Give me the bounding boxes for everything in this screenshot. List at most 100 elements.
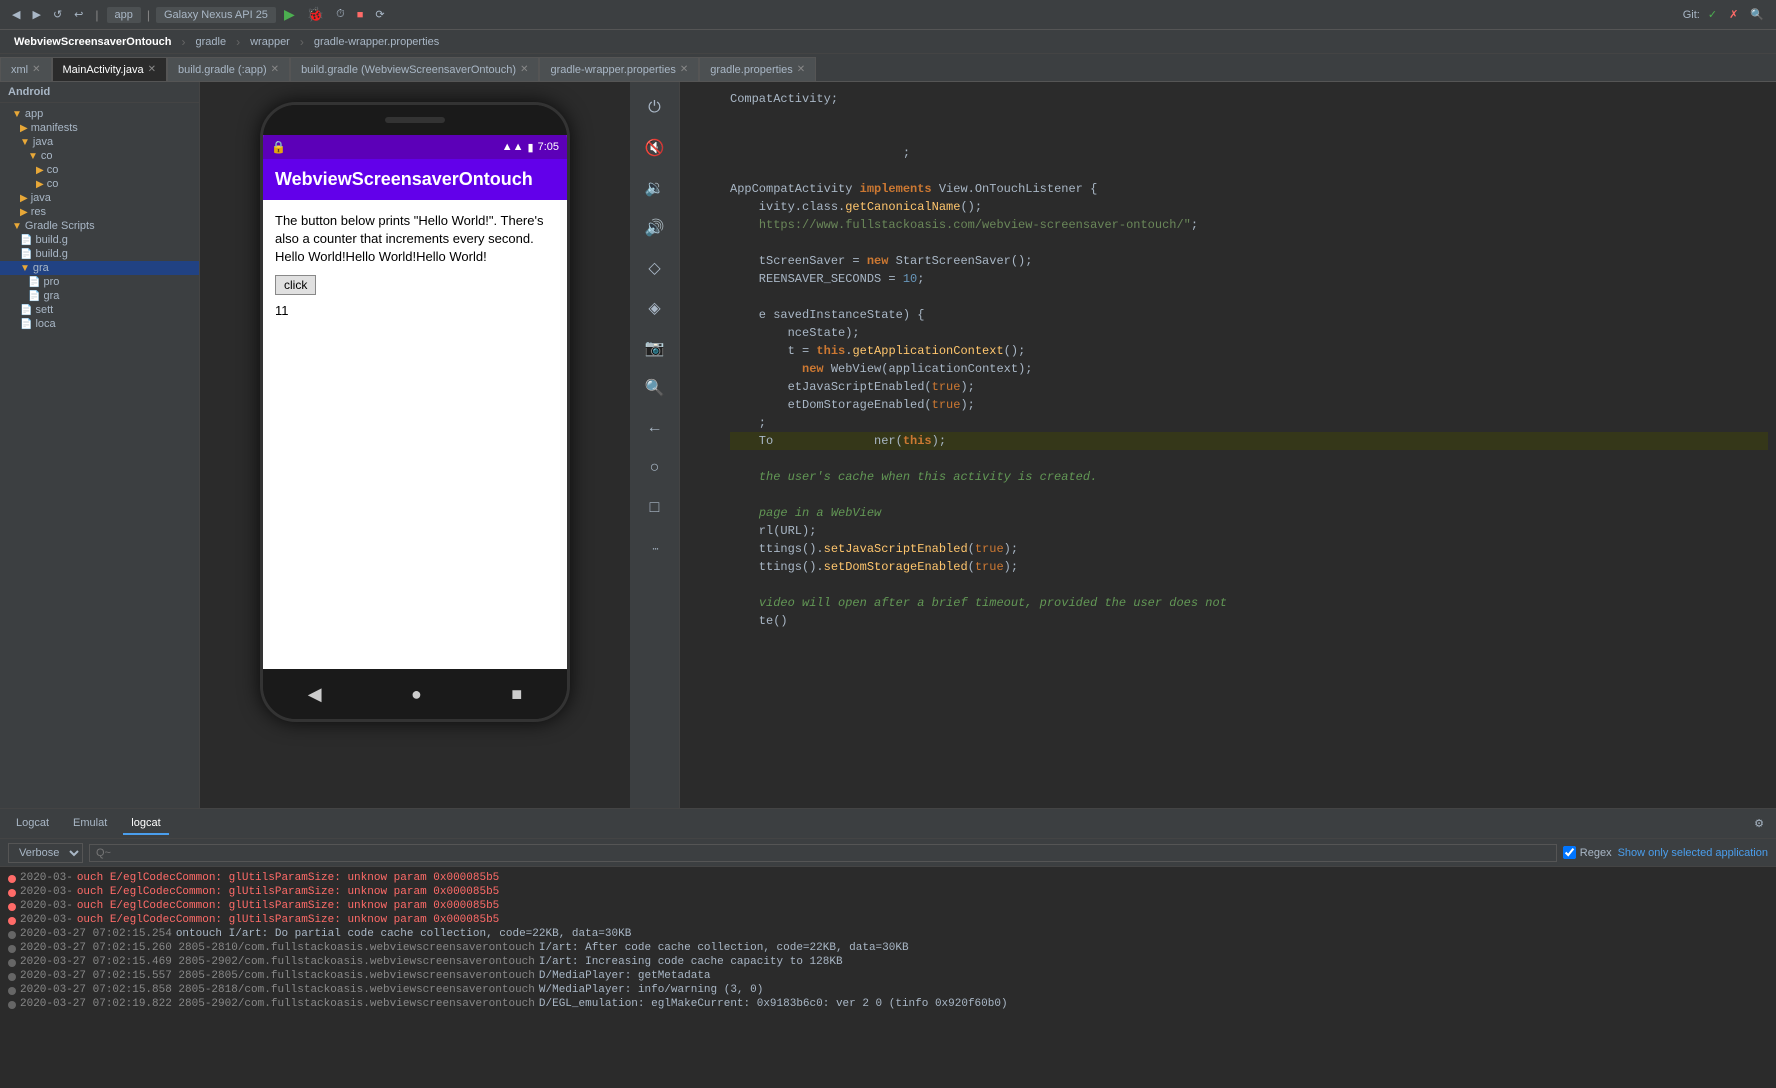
folder-closed-icon-co3: ▶ — [36, 179, 44, 190]
run-btn[interactable]: ▶ — [280, 4, 299, 25]
more-icon-btn[interactable]: ··· — [637, 530, 673, 566]
git-check-btn[interactable]: ✓ — [1704, 6, 1721, 23]
toolbar-forward-btn[interactable]: ▶ — [28, 6, 44, 23]
bottom-tab-logcat-main[interactable]: Logcat — [8, 813, 57, 835]
breadcrumb-item-3[interactable]: gradle-wrapper.properties — [308, 34, 445, 50]
tree-item-app[interactable]: ▼ app — [0, 107, 199, 121]
toolbar-refresh-btn[interactable]: ↺ — [49, 6, 66, 23]
bottom-tab-logcat-active[interactable]: logcat — [123, 813, 168, 835]
search-everywhere-btn[interactable]: 🔍 — [1746, 6, 1768, 23]
bottom-tab-emulator[interactable]: Emulat — [65, 813, 115, 835]
code-line-2 — [730, 108, 1768, 126]
phone-back-btn[interactable]: ◀ — [308, 684, 322, 705]
file-tab-gradle-wrapper-close[interactable]: ✕ — [680, 64, 688, 75]
vol-high-icon-btn[interactable]: 🔊 — [637, 210, 673, 246]
code-line-15: t = this.getApplicationContext(); — [730, 342, 1768, 360]
toolbar-back-btn[interactable]: ◀ — [8, 6, 24, 23]
log-text-9: W/MediaPlayer: info/warning (3, 0) — [539, 984, 1768, 996]
home2-icon-btn[interactable]: ○ — [637, 450, 673, 486]
code-line-7: ivity.class.getCanonicalName(); — [730, 198, 1768, 216]
code-line-8: https://www.fullstackoasis.com/webview-s… — [730, 216, 1768, 234]
log-line-3: 2020-03- ouch E/eglCodecCommon: glUtilsP… — [8, 899, 1768, 913]
tree-item-java[interactable]: ▼ java — [0, 135, 199, 149]
tree-item-java2[interactable]: ▶ java — [0, 191, 199, 205]
file-tab-buildgradle-project-close[interactable]: ✕ — [520, 64, 528, 75]
zoom-icon-btn[interactable]: 🔍 — [637, 370, 673, 406]
breadcrumb-item-0[interactable]: WebviewScreensaverOntouch — [8, 34, 178, 50]
tree-item-co3[interactable]: ▶ co — [0, 177, 199, 191]
project-tree[interactable]: ▼ app ▶ manifests ▼ java ▼ co ▶ co — [0, 103, 199, 808]
file-tab-gradle-props-close[interactable]: ✕ — [797, 64, 805, 75]
tree-item-gra[interactable]: ▼ gra — [0, 261, 199, 275]
tree-item-loca[interactable]: 📄 loca — [0, 317, 199, 331]
rotate-icon-btn[interactable]: ◇ — [637, 250, 673, 286]
logcat-toolbar: Verbose Regex Show only selected applica… — [0, 839, 1776, 867]
phone-home-btn[interactable]: ● — [411, 684, 422, 705]
file-tab-gradle-props[interactable]: gradle.properties ✕ — [699, 57, 816, 81]
tree-item-gra2[interactable]: 📄 gra — [0, 289, 199, 303]
tree-item-res[interactable]: ▶ res — [0, 205, 199, 219]
phone-content[interactable]: The button below prints "Hello World!". … — [263, 200, 567, 669]
stop-btn[interactable]: ■ — [353, 7, 368, 23]
code-editor-area[interactable]: CompatActivity; ; AppCompatActivity impl… — [680, 82, 1776, 808]
log-ts-4: 2020-03- — [20, 914, 73, 926]
file-tab-gradle-wrapper-props[interactable]: gradle-wrapper.properties ✕ — [539, 57, 699, 81]
file-icon-build1: 📄 — [20, 235, 32, 246]
code-line-10: tScreenSaver = new StartScreenSaver(); — [730, 252, 1768, 270]
file-tab-xml-label: xml — [11, 64, 28, 76]
phone-recent-btn[interactable]: ■ — [511, 684, 522, 705]
tree-item-build2[interactable]: 📄 build.g — [0, 247, 199, 261]
file-tab-mainactivity-close[interactable]: ✕ — [148, 64, 156, 75]
file-tab-mainactivity[interactable]: MainActivity.java ✕ — [52, 57, 168, 81]
phone-emulator-area: 🔒 ▲▲ ▮ 7:05 WebviewScreensaverOntouch Th… — [200, 82, 630, 808]
show-only-btn[interactable]: Show only selected application — [1618, 847, 1768, 859]
file-tab-xml[interactable]: xml ✕ — [0, 57, 52, 81]
profile-btn[interactable]: ⏱ — [332, 6, 349, 23]
file-tab-xml-close[interactable]: ✕ — [32, 64, 40, 75]
breadcrumb-item-1[interactable]: gradle — [190, 34, 233, 50]
log-ts-5: 2020-03-27 07:02:15.254 — [20, 928, 172, 940]
tree-item-co2[interactable]: ▶ co — [0, 163, 199, 177]
file-tab-buildgradle-app[interactable]: build.gradle (:app) ✕ — [167, 57, 290, 81]
phone-click-button[interactable]: click — [275, 275, 316, 295]
power-icon-btn[interactable]: ⏻ — [637, 90, 673, 126]
file-tab-buildgradle-app-close[interactable]: ✕ — [271, 64, 279, 75]
recent2-icon-btn[interactable]: □ — [637, 490, 673, 526]
vol-low-icon-btn[interactable]: 🔉 — [637, 170, 673, 206]
device-selector[interactable]: Galaxy Nexus API 25 — [156, 7, 276, 23]
rotate2-icon-btn[interactable]: ◈ — [637, 290, 673, 326]
verbose-select[interactable]: Verbose — [8, 843, 83, 863]
code-editor[interactable]: CompatActivity; ; AppCompatActivity impl… — [680, 82, 1776, 808]
breadcrumb-item-2[interactable]: wrapper — [244, 34, 296, 50]
git-label: Git: — [1683, 9, 1700, 21]
regex-checkbox[interactable] — [1563, 846, 1576, 859]
tree-item-co1[interactable]: ▼ co — [0, 149, 199, 163]
tree-item-manifests[interactable]: ▶ manifests — [0, 121, 199, 135]
bottom-panel-settings-btn[interactable]: ⚙ — [1750, 815, 1768, 832]
log-search-input[interactable] — [89, 844, 1557, 862]
status-left: 🔒 — [271, 140, 286, 154]
code-line-26: ttings().setJavaScriptEnabled(true); — [730, 540, 1768, 558]
tree-item-gradle-scripts[interactable]: ▼ Gradle Scripts — [0, 219, 199, 233]
sync-btn[interactable]: ⟳ — [371, 6, 388, 23]
log-indicator-6 — [8, 945, 16, 953]
back2-icon-btn[interactable]: ← — [637, 410, 673, 446]
tree-label-build2: build.g — [35, 248, 67, 260]
tree-item-build1[interactable]: 📄 build.g — [0, 233, 199, 247]
toolbar-undo-btn[interactable]: ↩ — [70, 6, 87, 23]
log-ts-6: 2020-03-27 07:02:15.260 2805-2810/com.fu… — [20, 942, 535, 954]
log-indicator-8 — [8, 973, 16, 981]
tree-item-sett[interactable]: 📄 sett — [0, 303, 199, 317]
tree-item-pro[interactable]: 📄 pro — [0, 275, 199, 289]
breadcrumb-sep-1: › — [182, 35, 186, 49]
mute-icon-btn[interactable]: 🔇 — [637, 130, 673, 166]
log-line-5: 2020-03-27 07:02:15.254 ontouch I/art: D… — [8, 927, 1768, 941]
file-tab-buildgradle-project[interactable]: build.gradle (WebviewScreensaverOntouch)… — [290, 57, 539, 81]
log-text-2: ouch E/eglCodecCommon: glUtilsParamSize:… — [77, 886, 1768, 898]
debug-btn[interactable]: 🐞 — [303, 4, 328, 25]
camera-icon-btn[interactable]: 📷 — [637, 330, 673, 366]
phone-title-text: WebviewScreensaverOntouch — [275, 169, 555, 190]
git-x-btn[interactable]: ✗ — [1725, 6, 1742, 23]
status-right: ▲▲ ▮ 7:05 — [502, 141, 559, 154]
tree-label-loca: loca — [35, 318, 55, 330]
